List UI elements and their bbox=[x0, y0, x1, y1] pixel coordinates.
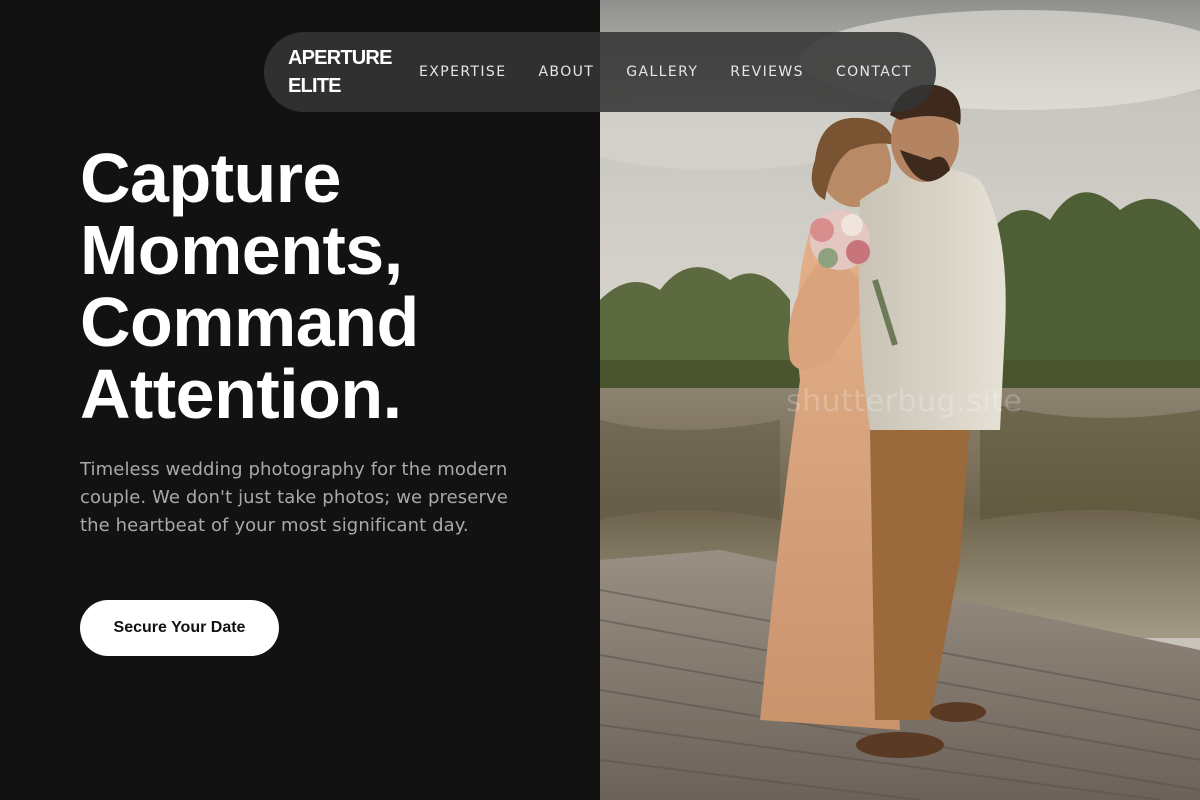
hero-title-line-1: Capture bbox=[80, 139, 341, 217]
navigation-bar: APERTURE ELITE EXPERTISE ABOUT GALLERY R… bbox=[264, 32, 936, 112]
nav-links: EXPERTISE ABOUT GALLERY REVIEWS CONTACT bbox=[419, 64, 912, 80]
nav-link-about[interactable]: ABOUT bbox=[538, 64, 594, 80]
hero-title-line-4: Attention. bbox=[80, 355, 402, 433]
brand-line-2: ELITE bbox=[288, 75, 341, 97]
hero-title: Capture Moments, Command Attention. bbox=[80, 142, 560, 430]
photo-watermark: shutterbug.site bbox=[786, 384, 1023, 419]
hero-title-line-2: Moments, bbox=[80, 211, 403, 289]
nav-link-gallery[interactable]: GALLERY bbox=[626, 64, 698, 80]
hero-subtitle: Timeless wedding photography for the mod… bbox=[80, 459, 508, 536]
secure-date-button[interactable]: Secure Your Date bbox=[80, 600, 279, 656]
hero-photo: shutterbug.site bbox=[600, 0, 1200, 800]
brand-line-1: APERTURE bbox=[288, 47, 392, 69]
brand-logo[interactable]: APERTURE ELITE bbox=[288, 44, 392, 100]
landing-page: shutterbug.site APERTURE ELITE EXPERTISE… bbox=[0, 0, 1200, 800]
nav-link-reviews[interactable]: REVIEWS bbox=[730, 64, 804, 80]
nav-link-contact[interactable]: CONTACT bbox=[836, 64, 912, 80]
hero-title-line-3: Command bbox=[80, 283, 419, 361]
nav-link-expertise[interactable]: EXPERTISE bbox=[419, 64, 506, 80]
